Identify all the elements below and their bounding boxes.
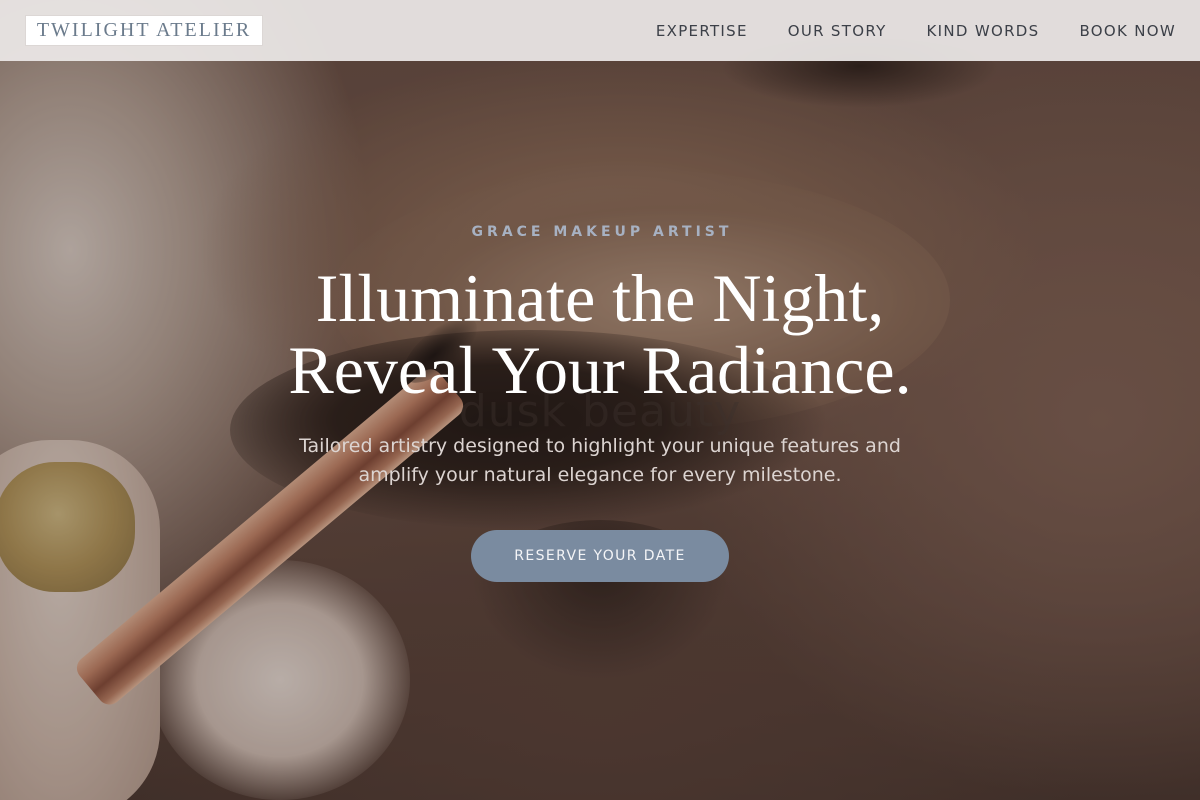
hero-content: GRACE MAKEUP ARTIST Illuminate the Night…: [0, 224, 1200, 582]
reserve-date-button[interactable]: RESERVE YOUR DATE: [471, 530, 729, 582]
nav-link-kind-words[interactable]: KIND WORDS: [927, 22, 1040, 40]
hero-headline-line-1: Illuminate the Night,: [315, 260, 885, 336]
hero-eyebrow: GRACE MAKEUP ARTIST: [471, 224, 733, 240]
nav-link-expertise[interactable]: EXPERTISE: [656, 22, 748, 40]
hero-subtext: Tailored artistry designed to highlight …: [270, 432, 930, 490]
nav-link-our-story[interactable]: OUR STORY: [788, 22, 887, 40]
main-nav: EXPERTISE OUR STORY KIND WORDS BOOK NOW: [656, 22, 1176, 40]
hero-subtext-line-2: amplify your natural elegance for every …: [358, 464, 842, 486]
nav-link-book-now[interactable]: BOOK NOW: [1079, 22, 1176, 40]
brand-logo[interactable]: TWILIGHT ATELIER: [25, 15, 263, 46]
hero-headline: Illuminate the Night, Reveal Your Radian…: [0, 262, 1200, 406]
hero-subtext-line-1: Tailored artistry designed to highlight …: [299, 435, 901, 457]
hero-watermark: dusk beauty: [458, 386, 742, 437]
site-header: TWILIGHT ATELIER EXPERTISE OUR STORY KIN…: [0, 0, 1200, 61]
